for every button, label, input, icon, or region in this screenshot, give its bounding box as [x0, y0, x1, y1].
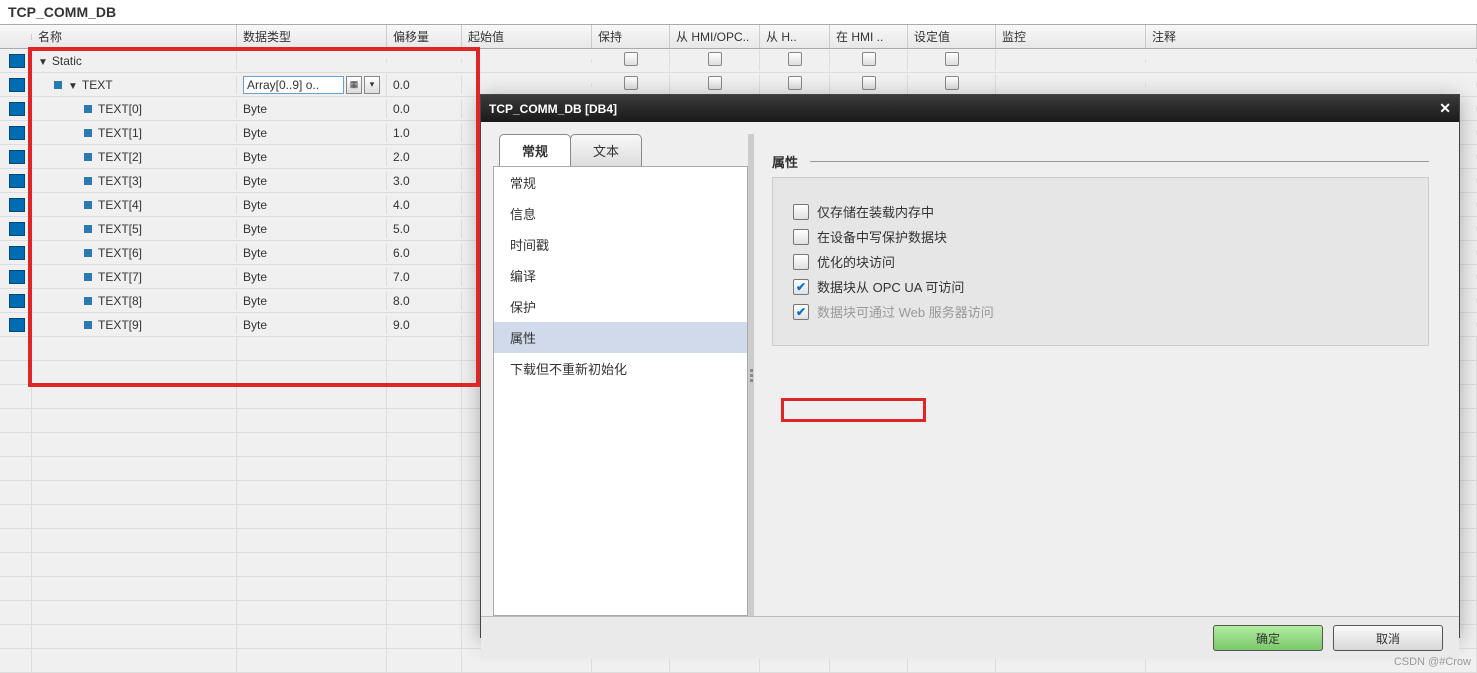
element-icon: [84, 249, 92, 257]
col-start[interactable]: 起始值: [462, 25, 592, 48]
checkbox-icon[interactable]: [793, 279, 809, 295]
attribute-label: 数据块从 OPC UA 可访问: [817, 277, 964, 296]
col-set[interactable]: 设定值: [908, 25, 996, 48]
db-row-icon: [9, 126, 25, 140]
dialog-tabs: 常规 文本: [499, 134, 748, 166]
dialog-titlebar[interactable]: TCP_COMM_DB [DB4] ✕: [481, 95, 1459, 122]
db-row-icon: [9, 174, 25, 188]
attribute-option[interactable]: 在设备中写保护数据块: [793, 227, 1408, 246]
dialog-nav: 常规信息时间戳编译保护属性下载但不重新初始化: [493, 166, 748, 616]
db-row-icon: [9, 246, 25, 260]
properties-dialog: TCP_COMM_DB [DB4] ✕ 常规 文本 常规信息时间戳编译保护属性下…: [480, 94, 1460, 638]
db-row-icon: [9, 222, 25, 236]
nav-item[interactable]: 信息: [494, 198, 747, 229]
element-icon: [84, 297, 92, 305]
col-hmi1[interactable]: 从 HMI/OPC..: [670, 25, 760, 48]
element-icon: [84, 177, 92, 185]
checkbox-icon[interactable]: [624, 76, 638, 90]
attribute-option[interactable]: 仅存储在装载内存中: [793, 202, 1408, 221]
checkbox-icon[interactable]: [862, 52, 876, 66]
nav-item[interactable]: 保护: [494, 291, 747, 322]
col-hmi3[interactable]: 在 HMI ..: [830, 25, 908, 48]
checkbox-icon[interactable]: [945, 52, 959, 66]
col-type[interactable]: 数据类型: [237, 25, 387, 48]
tab-general[interactable]: 常规: [499, 134, 571, 166]
db-row-icon: [9, 54, 25, 68]
col-hmi2[interactable]: 从 H..: [760, 25, 830, 48]
db-row-icon: [9, 102, 25, 116]
col-monitor[interactable]: 监控: [996, 25, 1146, 48]
db-row-icon: [9, 294, 25, 308]
chevron-down-icon[interactable]: ▼: [38, 57, 48, 68]
element-icon: [54, 81, 62, 89]
nav-item[interactable]: 属性: [494, 322, 747, 353]
main-title: TCP_COMM_DB: [0, 0, 1477, 25]
checkbox-icon[interactable]: [788, 52, 802, 66]
tab-text[interactable]: 文本: [570, 134, 642, 166]
checkbox-icon[interactable]: [708, 52, 722, 66]
attributes-panel: 仅存储在装载内存中 在设备中写保护数据块 优化的块访问 数据块从 OPC UA …: [772, 177, 1429, 346]
ok-button[interactable]: 确定: [1213, 625, 1323, 651]
attribute-label: 数据块可通过 Web 服务器访问: [817, 302, 994, 321]
nav-item[interactable]: 编译: [494, 260, 747, 291]
db-row-icon: [9, 150, 25, 164]
attribute-label: 在设备中写保护数据块: [817, 227, 947, 246]
db-row-icon: [9, 78, 25, 92]
element-icon: [84, 225, 92, 233]
table-row[interactable]: ▼Static: [0, 49, 1477, 73]
element-icon: [84, 321, 92, 329]
dialog-title-text: TCP_COMM_DB [DB4]: [489, 102, 617, 116]
close-icon[interactable]: ✕: [1439, 100, 1451, 117]
checkbox-icon[interactable]: [793, 204, 809, 220]
nav-item[interactable]: 下载但不重新初始化: [494, 353, 747, 384]
element-icon: [84, 273, 92, 281]
nav-item[interactable]: 常规: [494, 167, 747, 198]
checkbox-icon[interactable]: [862, 76, 876, 90]
attribute-option[interactable]: 优化的块访问: [793, 252, 1408, 271]
checkbox-icon[interactable]: [793, 229, 809, 245]
table-header: 名称 数据类型 偏移量 起始值 保持 从 HMI/OPC.. 从 H.. 在 H…: [0, 25, 1477, 49]
checkbox-icon[interactable]: [708, 76, 722, 90]
watermark: CSDN @#Crow: [1394, 656, 1471, 668]
attribute-label: 仅存储在装载内存中: [817, 202, 934, 221]
chevron-down-icon[interactable]: ▼: [68, 81, 78, 92]
checkbox-icon[interactable]: [793, 254, 809, 270]
type-input[interactable]: Array[0..9] o..: [243, 76, 344, 94]
dropdown-button[interactable]: ▾: [364, 76, 380, 94]
db-row-icon: [9, 318, 25, 332]
element-icon: [84, 129, 92, 137]
col-name[interactable]: 名称: [32, 25, 237, 48]
db-row-icon: [9, 270, 25, 284]
checkbox-icon: [793, 304, 809, 320]
dialog-footer: 确定 取消: [481, 616, 1459, 659]
checkbox-icon[interactable]: [945, 76, 959, 90]
element-icon: [84, 153, 92, 161]
cancel-button[interactable]: 取消: [1333, 625, 1443, 651]
attribute-option: 数据块可通过 Web 服务器访问: [793, 302, 1408, 321]
col-comment[interactable]: 注释: [1146, 25, 1477, 48]
element-icon: [84, 105, 92, 113]
browse-button[interactable]: ▦: [346, 76, 362, 94]
checkbox-icon[interactable]: [788, 76, 802, 90]
col-offset[interactable]: 偏移量: [387, 25, 462, 48]
attributes-heading: 属性: [772, 152, 1429, 171]
attribute-label: 优化的块访问: [817, 252, 895, 271]
element-icon: [84, 201, 92, 209]
db-row-icon: [9, 198, 25, 212]
checkbox-icon[interactable]: [624, 52, 638, 66]
nav-item[interactable]: 时间戳: [494, 229, 747, 260]
col-keep[interactable]: 保持: [592, 25, 670, 48]
attribute-option[interactable]: 数据块从 OPC UA 可访问: [793, 277, 1408, 296]
